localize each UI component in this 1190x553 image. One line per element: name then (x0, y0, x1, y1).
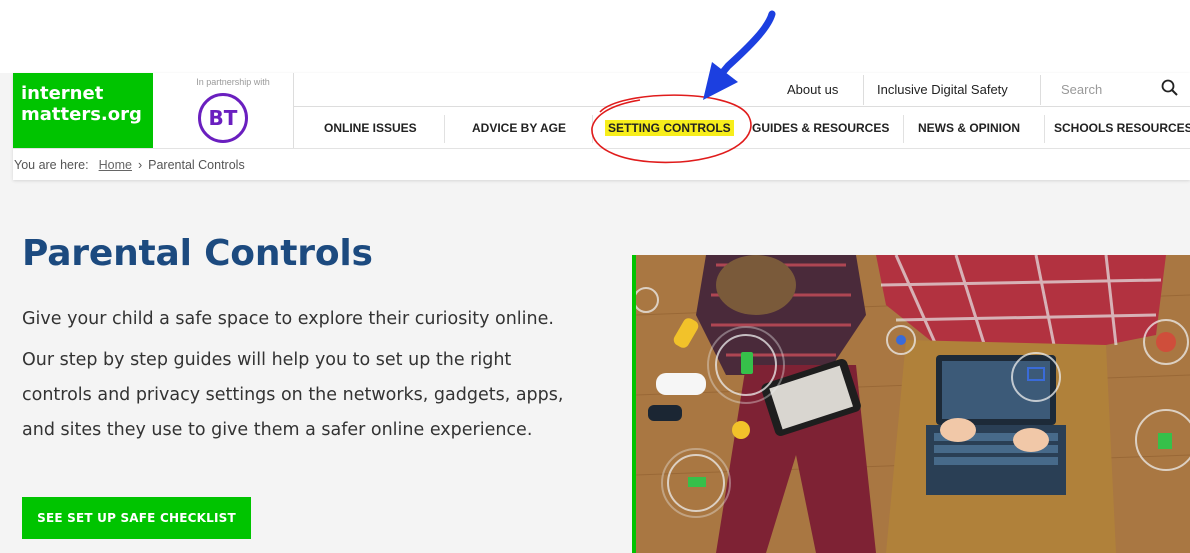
nav-setting-controls[interactable]: SETTING CONTROLS (605, 120, 734, 136)
utility-nav: About us Inclusive Digital Safety Search (294, 73, 1190, 107)
bt-logo[interactable]: BT (198, 93, 248, 143)
magnifier-icon[interactable] (1160, 78, 1180, 98)
nav-guides-resources[interactable]: GUIDES & RESOURCES (752, 121, 889, 135)
breadcrumb: You are here: Home › Parental Controls (13, 148, 1190, 180)
site-header: internet matters.org In partnership with… (13, 73, 1190, 180)
breadcrumb-current: Parental Controls (148, 158, 245, 172)
hero-image (632, 255, 1190, 553)
breadcrumb-prefix: You are here: (14, 158, 89, 172)
top-whitespace (0, 0, 1190, 73)
nav-news-opinion[interactable]: NEWS & OPINION (918, 121, 1020, 135)
utility-divider (1040, 75, 1041, 105)
breadcrumb-home-link[interactable]: Home (99, 158, 132, 172)
partner-text: In partnership with (196, 77, 270, 87)
nav-schools-resources[interactable]: SCHOOLS RESOURCES (1054, 121, 1190, 135)
about-us-link[interactable]: About us (787, 82, 838, 97)
internet-matters-logo[interactable]: internet matters.org (13, 73, 153, 148)
nav-divider (592, 115, 593, 143)
logo-line-1: internet (21, 83, 104, 104)
inclusive-digital-safety-link[interactable]: Inclusive Digital Safety (877, 82, 1008, 97)
search-input[interactable]: Search (1061, 82, 1102, 97)
main-nav: ONLINE ISSUES ADVICE BY AGE SETTING CONT… (294, 107, 1190, 148)
nav-divider (1044, 115, 1045, 143)
hero-intro: Give your child a safe space to explore … (22, 309, 554, 329)
nav-online-issues[interactable]: ONLINE ISSUES (324, 121, 417, 135)
hero-description: Our step by step guides will help you to… (22, 350, 564, 440)
logo-line-2: matters.org (21, 104, 142, 125)
nav-advice-by-age[interactable]: ADVICE BY AGE (472, 121, 566, 135)
nav-divider (903, 115, 904, 143)
safe-checklist-button[interactable]: SEE SET UP SAFE CHECKLIST (22, 497, 251, 539)
page-title: Parental Controls (22, 233, 373, 274)
family-devices-illustration (636, 255, 1190, 553)
breadcrumb-separator: › (137, 158, 143, 172)
nav-divider (444, 115, 445, 143)
utility-divider (863, 75, 864, 105)
